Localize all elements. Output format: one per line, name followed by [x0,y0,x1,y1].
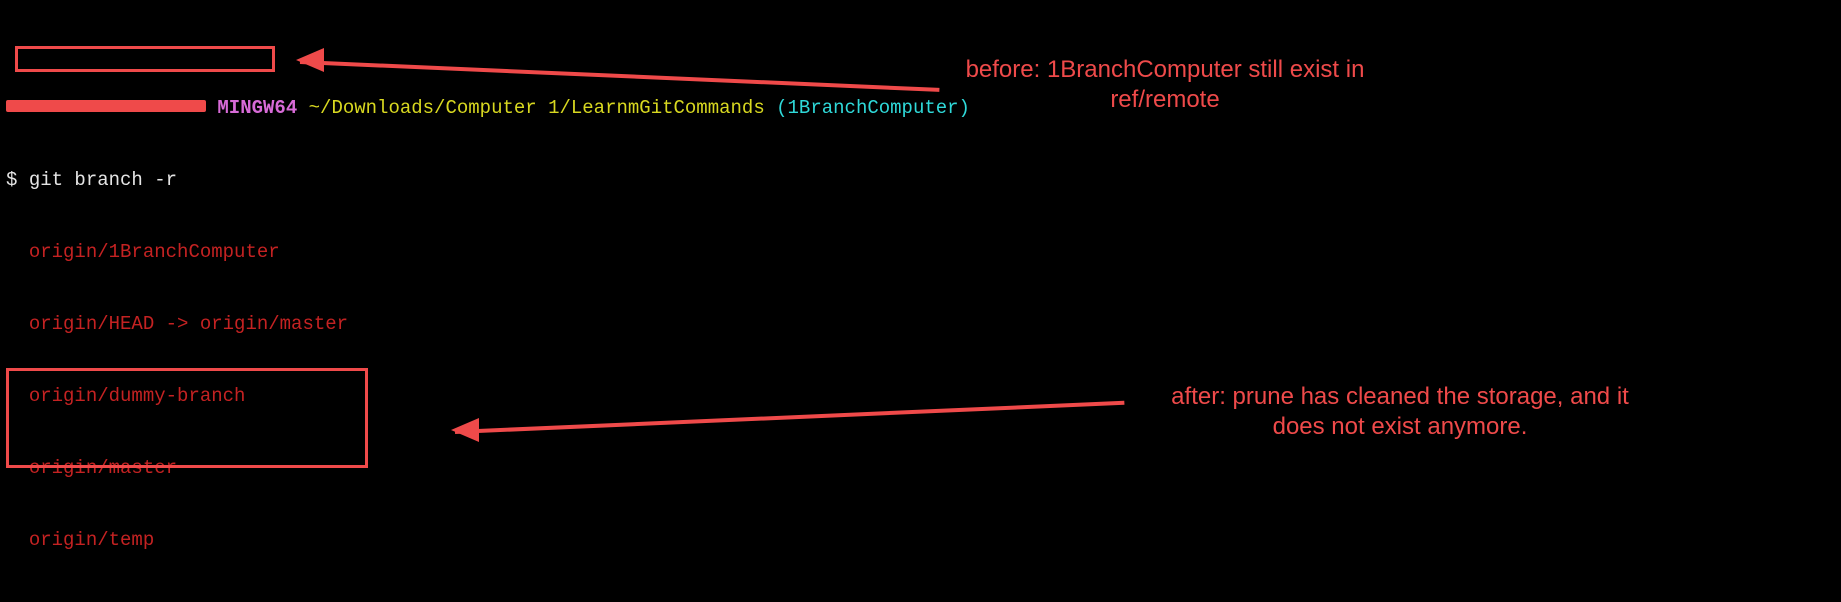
terminal-output: MINGW64 ~/Downloads/Computer 1/LearnmGit… [6,0,970,602]
branch-output: origin/temp [6,528,970,552]
command-line[interactable]: $ git branch -r [6,168,970,192]
branch-output: origin/HEAD -> origin/master [6,312,970,336]
annotation-before: before: 1BranchComputer still exist in r… [965,55,1365,115]
branch-output: origin/1BranchComputer [6,240,970,264]
branch-output: origin/master [6,456,970,480]
prompt-line: MINGW64 ~/Downloads/Computer 1/LearnmGit… [6,96,970,120]
branch-output: origin/dummy-branch [6,384,970,408]
annotation-after: after: prune has cleaned the storage, an… [1170,382,1630,442]
